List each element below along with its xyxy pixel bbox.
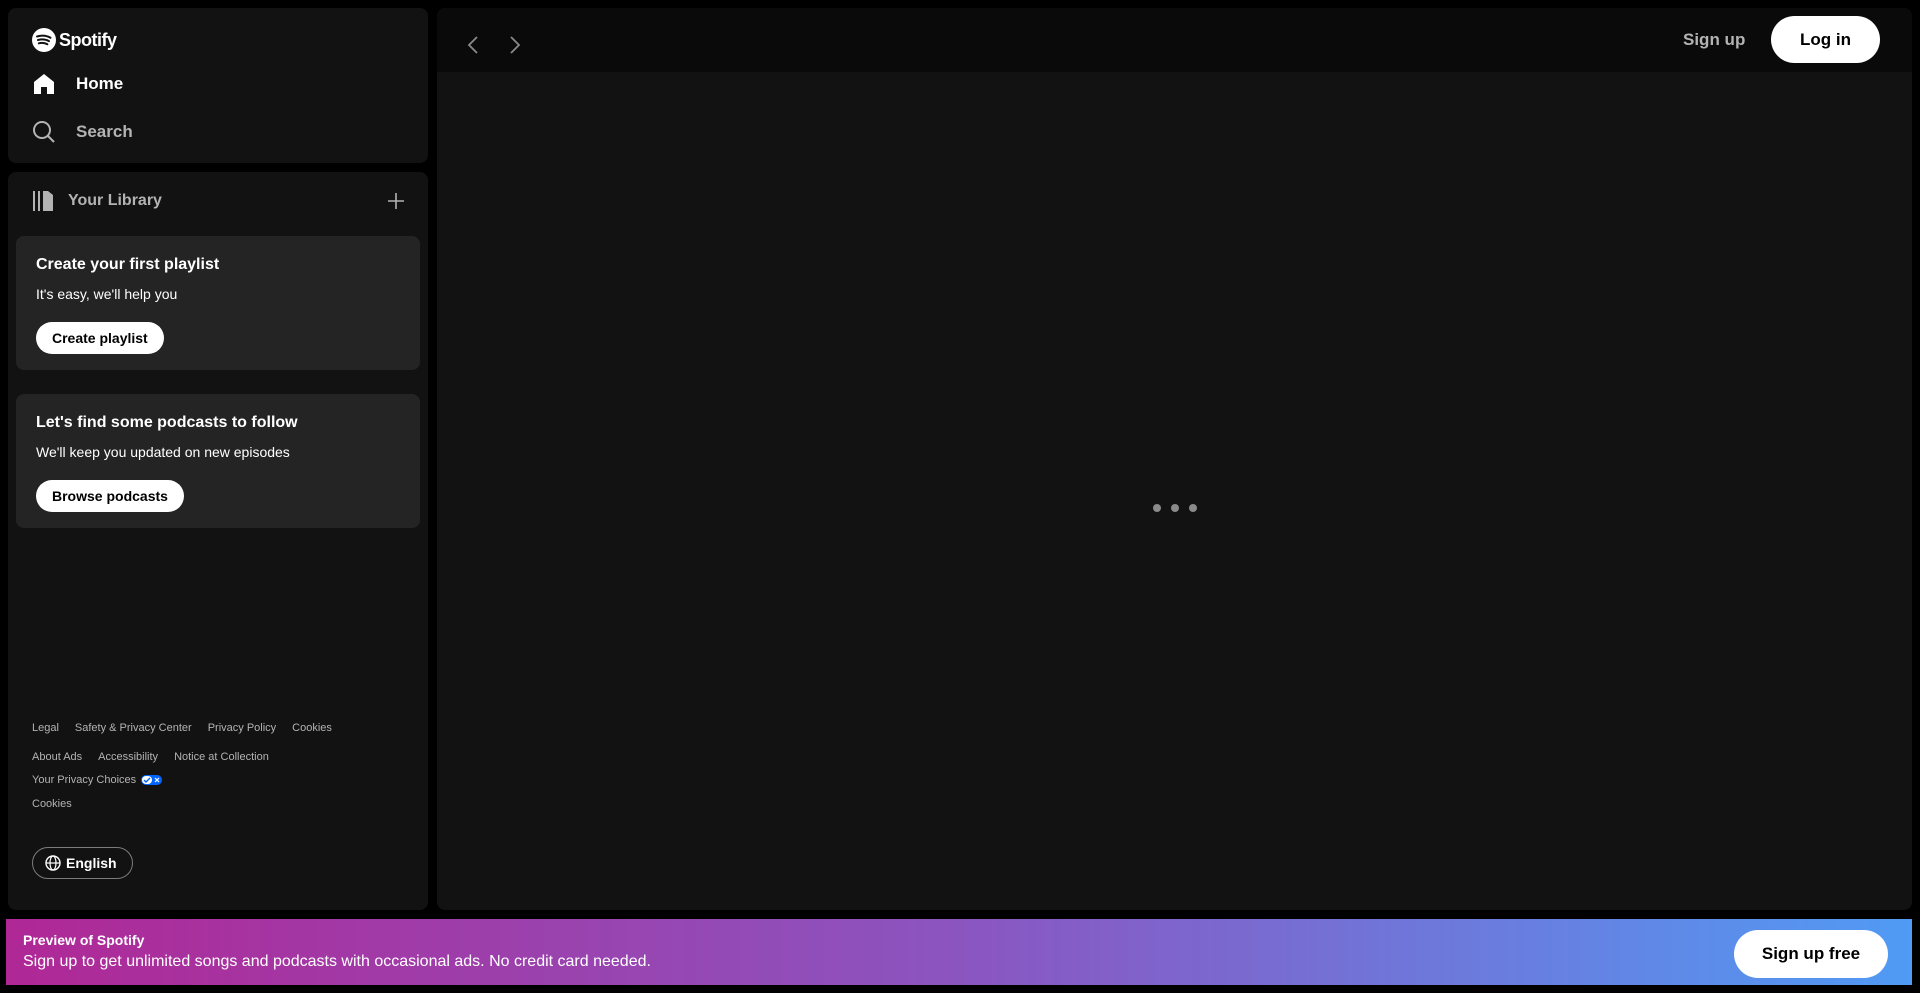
- home-icon: [34, 74, 54, 94]
- nav-search[interactable]: Search: [32, 120, 133, 144]
- search-icon: [33, 121, 55, 143]
- privacy-choices-icon: [141, 775, 163, 785]
- library-icon: [33, 191, 53, 211]
- card-subtitle: It's easy, we'll help you: [36, 286, 178, 302]
- loading-indicator: [1153, 504, 1197, 512]
- footer-link-privacy-choices: Your Privacy Choices: [32, 774, 137, 786]
- signup-banner[interactable]: Preview of Spotify Sign up to get unlimi…: [6, 919, 1912, 985]
- loading-dot: [1153, 504, 1161, 512]
- library-title: Your Library: [68, 192, 162, 209]
- banner-text: Sign up to get unlimited songs and podca…: [23, 953, 651, 970]
- browse-podcasts-button[interactable]: Browse podcasts: [36, 480, 184, 512]
- footer-link-notice[interactable]: Notice at Collection: [174, 751, 269, 763]
- library-panel: Your Library Create your first playlist …: [8, 172, 428, 910]
- login-button[interactable]: Log in: [1771, 16, 1880, 63]
- library-header[interactable]: Your Library: [32, 190, 162, 212]
- loading-dot: [1189, 504, 1197, 512]
- banner-title: Preview of Spotify: [23, 932, 145, 948]
- nav-panel: Spotify Home Search: [8, 8, 428, 163]
- footer-link-cookies-2[interactable]: Cookies: [32, 798, 72, 810]
- podcasts-card: Let's find some podcasts to follow We'll…: [16, 394, 420, 528]
- back-icon[interactable]: [467, 36, 479, 54]
- nav-home-label: Home: [76, 74, 124, 93]
- spotify-icon: [32, 28, 56, 52]
- signup-link[interactable]: Sign up: [1683, 30, 1745, 50]
- plus-icon[interactable]: [388, 193, 404, 209]
- footer-link-safety[interactable]: Safety & Privacy Center: [75, 722, 192, 734]
- forward-icon[interactable]: [509, 36, 521, 54]
- footer-privacy-choices[interactable]: Your Privacy Choices: [32, 774, 163, 786]
- footer-link-privacy-policy[interactable]: Privacy Policy: [208, 722, 276, 734]
- top-bar: Sign up Log in: [437, 8, 1912, 72]
- language-button[interactable]: English: [32, 847, 133, 879]
- footer-link-about-ads[interactable]: About Ads: [32, 751, 82, 763]
- create-playlist-card: Create your first playlist It's easy, we…: [16, 236, 420, 370]
- footer-link-accessibility[interactable]: Accessibility: [98, 751, 158, 763]
- create-playlist-button[interactable]: Create playlist: [36, 322, 164, 354]
- nav-home[interactable]: Home: [32, 72, 123, 96]
- footer-link-cookies[interactable]: Cookies: [292, 722, 332, 734]
- spotify-wordmark: Spotify: [59, 29, 117, 50]
- footer-link-legal[interactable]: Legal: [32, 722, 59, 734]
- signup-free-button[interactable]: Sign up free: [1734, 930, 1888, 978]
- loading-dot: [1171, 504, 1179, 512]
- main-content: Sign up Log in: [437, 8, 1912, 910]
- nav-search-label: Search: [76, 122, 133, 141]
- spotify-logo[interactable]: Spotify: [32, 28, 117, 52]
- card-title: Create your first playlist: [36, 256, 220, 273]
- footer-links-row2: About Ads Accessibility Notice at Collec…: [32, 751, 269, 763]
- card-subtitle: We'll keep you updated on new episodes: [36, 444, 290, 460]
- footer-links-row1: Legal Safety & Privacy Center Privacy Po…: [32, 722, 332, 734]
- globe-icon: [45, 855, 61, 871]
- card-title: Let's find some podcasts to follow: [36, 414, 298, 431]
- language-label: English: [66, 855, 117, 871]
